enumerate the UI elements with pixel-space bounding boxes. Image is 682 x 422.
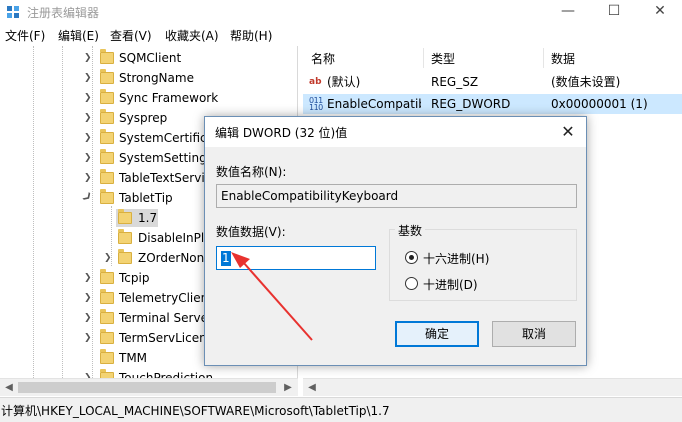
table-row-selected[interactable]: 011110 EnableCompatibilityKeyboard REG_D… [303,94,682,114]
registry-editor-icon [7,6,19,18]
tree-item-label: Sync Framework [119,91,219,105]
status-bar: 计算机\HKEY_LOCAL_MACHINE\SOFTWARE\Microsof… [0,397,682,422]
scrollbar-thumb[interactable] [18,382,276,393]
tree-item-label: Tcpip [119,271,150,285]
folder-open-icon [118,209,132,224]
tree-item-label: Sysprep [119,111,168,125]
tree-item-label: TelemetryClient [119,291,213,305]
menu-edit[interactable]: 编辑(E) [58,27,99,44]
hex-radio-label[interactable]: 十六进制(H) [423,250,489,267]
table-row[interactable]: ab (默认) REG_SZ (数值未设置) [303,72,682,92]
folder-open-icon [100,189,114,204]
column-header-name[interactable]: 名称 [311,50,335,67]
menu-file[interactable]: 文件(F) [5,27,45,44]
folder-icon [100,49,114,64]
tree-item-touchprediction[interactable]: ❯ TouchPrediction [0,368,297,378]
chevron-right-icon[interactable]: ❯ [84,88,94,108]
folder-icon [100,149,114,164]
column-header-type[interactable]: 类型 [431,50,455,67]
scroll-left-icon[interactable]: ◀ [304,381,320,395]
chevron-right-icon[interactable]: ❯ [84,128,94,148]
column-header-data[interactable]: 数据 [551,50,575,67]
dialog-title: 编辑 DWORD (32 位)值 [215,126,348,140]
folder-icon [100,349,114,364]
dec-radio[interactable] [405,277,418,290]
tree-item-label: TouchPrediction [119,371,214,378]
menu-favorites[interactable]: 收藏夹(A) [165,27,219,44]
ok-button[interactable]: 确定 [395,321,479,347]
binary-value-icon: 011 110 [309,96,323,112]
edit-dword-dialog: 编辑 DWORD (32 位)值 ✕ 数值名称(N): EnableCompat… [204,116,587,366]
menu-bar: 文件(F) 编辑(E) 查看(V) 收藏夹(A) 帮助(H) [0,25,682,45]
tree-item-label: 1.7 [138,211,158,225]
window-title: 注册表编辑器 [27,6,100,20]
value-name-field[interactable]: EnableCompatibilityKeyboard [216,184,577,208]
chevron-down-icon[interactable]: ❯ [77,187,98,208]
tree-item-sqmclient[interactable]: ❯ SQMClient [0,48,297,68]
tree-horizontal-scrollbar[interactable]: ◀ ▶ [0,378,298,396]
tree-item-label: SystemSettings [119,151,213,165]
chevron-right-icon[interactable]: ❯ [84,148,94,168]
tree-item-label: TabletTip [119,191,173,205]
chevron-right-icon[interactable]: ❯ [84,308,94,328]
folder-icon [100,129,114,144]
chevron-right-icon[interactable]: ❯ [84,268,94,288]
tree-item-label: Terminal Server [119,311,213,325]
tree-item-label: ZOrderNone [138,251,212,265]
folder-icon [100,289,114,304]
menu-view[interactable]: 查看(V) [110,27,152,44]
value-type: REG_SZ [431,75,479,89]
value-name: (默认) [327,75,361,89]
folder-icon [100,69,114,84]
chevron-right-icon[interactable]: ❯ [84,168,94,188]
value-data-label: 数值数据(V): [216,225,286,239]
folder-icon [100,329,114,344]
value-data-selected-text: 1 [221,251,231,266]
value-type: REG_DWORD [431,97,511,111]
folder-icon [100,269,114,284]
tree-item-label: TMM [119,351,148,365]
dialog-title-bar[interactable]: 编辑 DWORD (32 位)值 ✕ [205,117,586,147]
maximize-button[interactable]: ☐ [591,0,637,24]
column-divider[interactable] [543,48,544,68]
dialog-close-button[interactable]: ✕ [556,121,580,143]
chevron-right-icon[interactable]: ❯ [84,328,94,348]
minimize-button[interactable]: — [545,0,591,24]
chevron-right-icon[interactable]: ❯ [84,368,94,378]
tree-item-strongname[interactable]: ❯ StrongName [0,68,297,88]
tree-item-sync-framework[interactable]: ❯ Sync Framework [0,88,297,108]
menu-help[interactable]: 帮助(H) [230,27,272,44]
chevron-right-icon[interactable]: ❯ [84,288,94,308]
chevron-right-icon[interactable]: ❯ [104,248,114,268]
base-group-title: 基数 [395,222,426,239]
folder-icon [118,249,132,264]
close-button[interactable]: ✕ [637,0,682,24]
value-name: EnableCompatibilityKeyboard [327,97,421,111]
values-horizontal-scrollbar[interactable]: ◀ [303,378,682,396]
folder-icon [100,89,114,104]
folder-icon [118,229,132,244]
value-data: (数值未设置) [551,75,621,89]
string-value-icon: ab [309,77,322,87]
value-data: 0x00000001 (1) [551,97,648,111]
registry-path: 计算机\HKEY_LOCAL_MACHINE\SOFTWARE\Microsof… [1,404,390,418]
chevron-right-icon[interactable]: ❯ [84,48,94,68]
folder-icon [100,309,114,324]
scroll-right-icon[interactable]: ▶ [280,381,296,395]
column-divider[interactable] [423,48,424,68]
tree-item-label: StrongName [119,71,194,85]
cancel-button[interactable]: 取消 [492,321,576,347]
tree-item-label: SQMClient [119,51,182,65]
dec-radio-label[interactable]: 十进制(D) [423,276,478,293]
value-name-label: 数值名称(N): [216,165,287,179]
folder-icon [100,169,114,184]
folder-icon [100,109,114,124]
scroll-left-icon[interactable]: ◀ [1,381,17,395]
value-data-input[interactable]: 1 [216,246,376,270]
chevron-right-icon[interactable]: ❯ [84,108,94,128]
hex-radio[interactable] [405,251,418,264]
chevron-right-icon[interactable]: ❯ [84,68,94,88]
title-bar: 注册表编辑器 — ☐ ✕ [0,0,682,24]
